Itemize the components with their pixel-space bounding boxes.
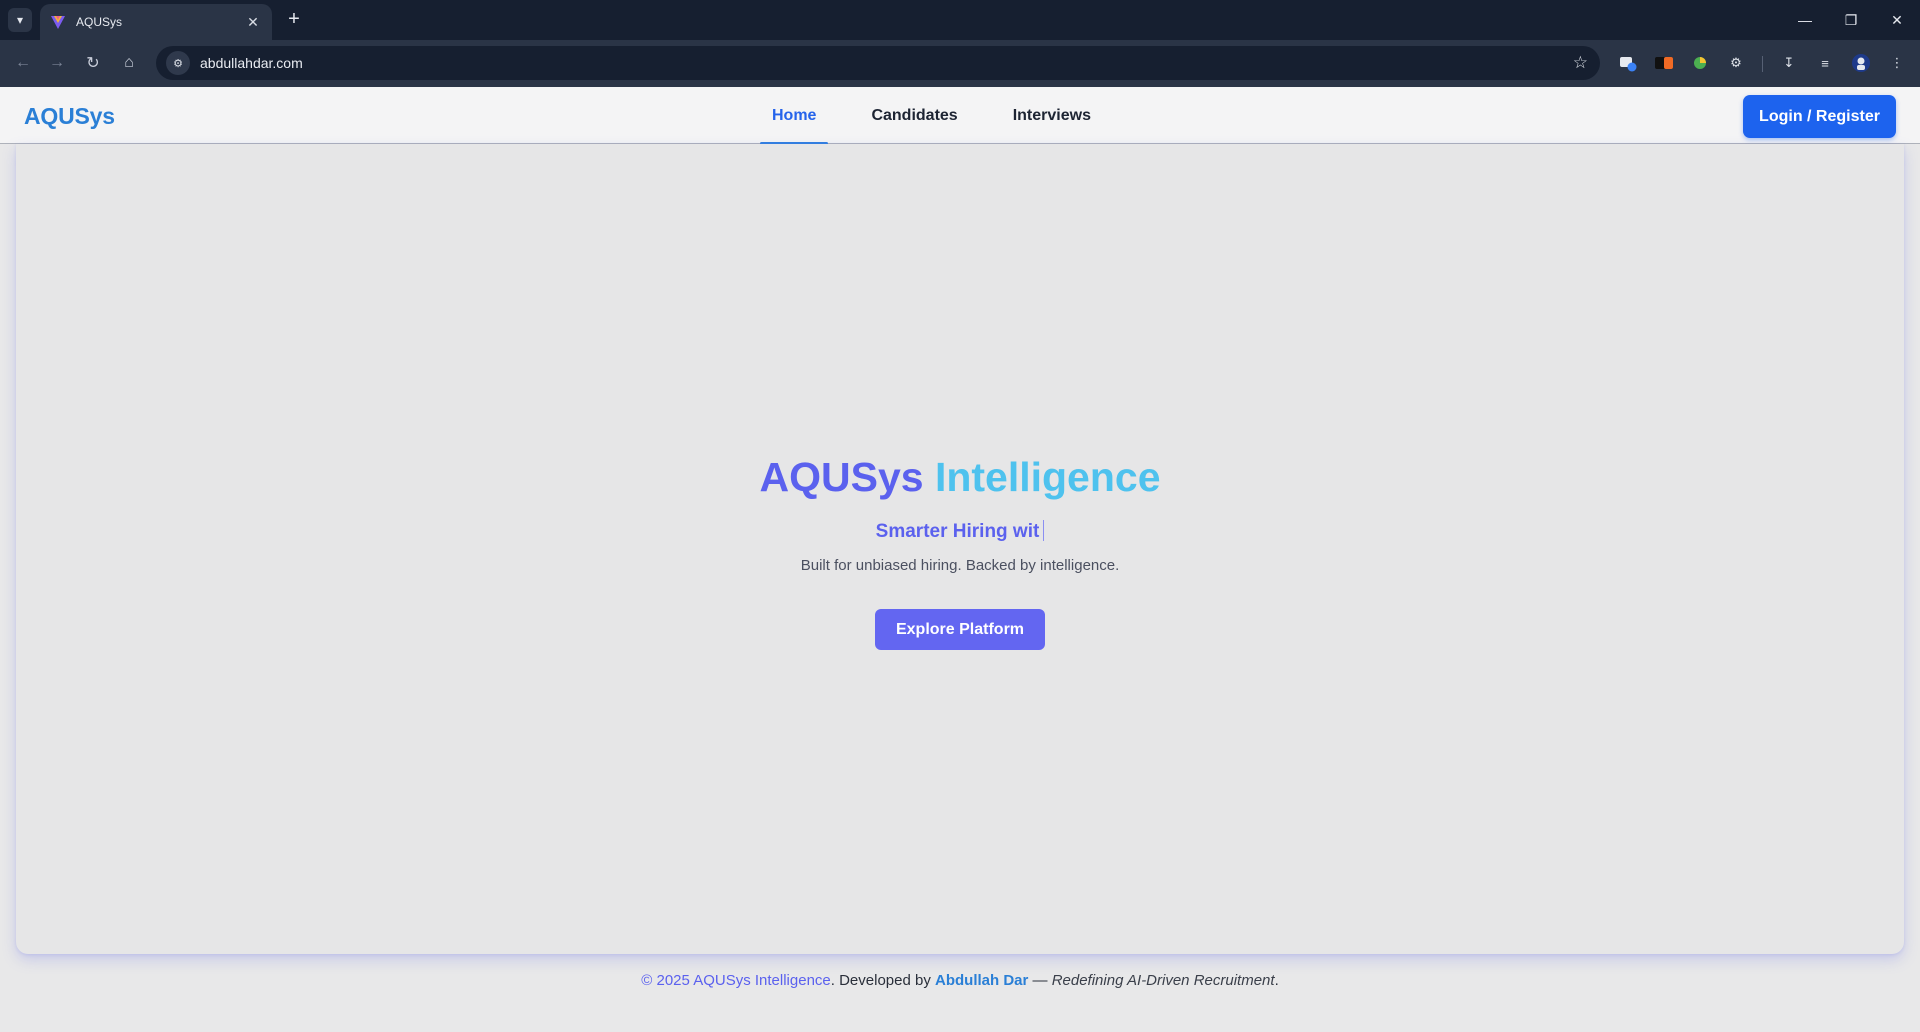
url-text[interactable]: abdullahdar.com: [200, 55, 303, 71]
reading-list-icon[interactable]: ≡: [1814, 52, 1836, 74]
back-icon[interactable]: ←: [10, 50, 36, 76]
profile-avatar-icon[interactable]: [1850, 52, 1872, 74]
explore-platform-button[interactable]: Explore Platform: [875, 609, 1045, 650]
site-navbar: AQUSys Home Candidates Interviews Login …: [0, 87, 1920, 145]
nav-link-candidates[interactable]: Candidates: [859, 87, 969, 144]
extension-icon[interactable]: [1617, 52, 1639, 74]
hero-section: AQUSys Intelligence Smarter Hiring wit B…: [16, 144, 1904, 954]
close-window-icon[interactable]: ✕: [1880, 6, 1914, 34]
login-register-button[interactable]: Login / Register: [1743, 95, 1896, 138]
browser-toolbar: ← → ↻ ⌂ ⚙ abdullahdar.com ☆ ⚙ ↧ ≡ ⋮: [0, 40, 1920, 87]
footer-copyright: © 2025 AQUSys Intelligence: [641, 972, 831, 989]
minimize-icon[interactable]: —: [1788, 6, 1822, 34]
footer-developed-by: . Developed by: [830, 972, 935, 989]
restore-icon[interactable]: ❐: [1834, 6, 1868, 34]
footer-tagline: Redefining AI-Driven Recruitment: [1051, 972, 1275, 989]
download-icon[interactable]: ↧: [1778, 52, 1800, 74]
browser-tab[interactable]: AQUSys ✕: [40, 4, 272, 40]
menu-dots-icon[interactable]: ⋮: [1886, 52, 1908, 74]
favicon-icon: [51, 16, 65, 29]
footer-end: .: [1274, 972, 1279, 989]
site-footer: © 2025 AQUSys Intelligence. Developed by…: [0, 972, 1920, 989]
site-logo[interactable]: AQUSys: [24, 103, 115, 130]
tab-search-icon[interactable]: ▾: [8, 8, 32, 32]
close-icon[interactable]: ✕: [244, 14, 262, 31]
nav-link-interviews[interactable]: Interviews: [1001, 87, 1103, 144]
site-info-icon[interactable]: ⚙: [166, 51, 190, 75]
hero-title: AQUSys Intelligence: [16, 454, 1904, 501]
extension-icon[interactable]: [1689, 52, 1711, 74]
toolbar-divider: [1762, 56, 1763, 72]
forward-icon[interactable]: →: [44, 50, 70, 76]
nav-link-home[interactable]: Home: [760, 87, 829, 145]
browser-tab-strip: ▾ AQUSys ✕ + — ❐ ✕: [0, 0, 1920, 40]
hero-description: Built for unbiased hiring. Backed by int…: [800, 557, 1120, 574]
home-icon[interactable]: ⌂: [116, 50, 142, 76]
hero-title-intelligence: Intelligence: [934, 454, 1161, 500]
hero-typing-subtitle: Smarter Hiring wit: [16, 520, 1904, 543]
typing-text: Smarter Hiring wit: [875, 521, 1040, 542]
bookmark-star-icon[interactable]: ☆: [1573, 53, 1588, 73]
address-bar[interactable]: ⚙ abdullahdar.com ☆: [156, 46, 1600, 80]
typing-caret: [1043, 520, 1045, 541]
footer-separator: —: [1028, 972, 1052, 989]
tab-title: AQUSys: [76, 15, 123, 29]
plus-icon[interactable]: +: [282, 8, 306, 32]
hero-title-brand: AQUSys: [759, 454, 924, 500]
footer-author-link[interactable]: Abdullah Dar: [935, 972, 1028, 989]
reload-icon[interactable]: ↻: [80, 50, 106, 76]
extension-icon[interactable]: [1653, 52, 1675, 74]
extensions-puzzle-icon[interactable]: ⚙: [1725, 52, 1747, 74]
web-page: AQUSys Home Candidates Interviews Login …: [0, 87, 1920, 1032]
nav-links: Home Candidates Interviews: [760, 87, 1134, 145]
